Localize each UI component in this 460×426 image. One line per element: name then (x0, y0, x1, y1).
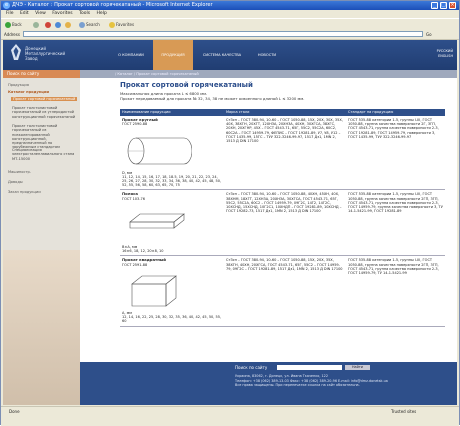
grade-cell: СтЗсп – ГОСТ 380-94, 10-60 – ГОСТ 1050-8… (224, 255, 346, 327)
grade-cell: СтЗсп – ГОСТ 380-94, 10-60 – ГОСТ 1050-8… (224, 189, 346, 257)
size-list: 11, 12, 14, 15, 16, 17, 18, 18.5, 19, 20… (122, 174, 222, 188)
back-button[interactable]: Back (5, 21, 22, 28)
home-icon (65, 22, 71, 28)
page-viewport: Донецкий Металлургический Завод О КОМПАН… (3, 40, 457, 405)
sidebar-extra-2[interactable]: Доводы (8, 180, 76, 184)
nav-company[interactable]: О КОМПАНИИ (111, 40, 151, 70)
address-bar: Address Go (1, 30, 459, 40)
standard-cell: ГОСТ 535-88 категории 1-5, группы I-III,… (346, 255, 445, 327)
flat-bar-drawing (129, 213, 185, 229)
product-cell: Прокат квадратный ГОСТ 2591-88 А, мм 12,… (120, 255, 224, 327)
col-header-product: Наименование продукции (120, 109, 224, 116)
footer-search-button[interactable]: Найти (345, 365, 370, 370)
round-bar-drawing (127, 138, 193, 165)
menu-bar: File Edit View Favorites Tools Help (1, 10, 459, 18)
footer-search-input[interactable] (277, 365, 342, 370)
sidebar-extra-3[interactable]: Заказ продукции (8, 190, 76, 194)
stop-icon (45, 22, 51, 28)
table-row: Прокат квадратный ГОСТ 2591-88 А, мм 12,… (120, 255, 445, 327)
site-footer: Поиск по сайту Найти Украина, 83062, г. … (80, 362, 457, 405)
menu-file[interactable]: File (6, 11, 14, 16)
product-std-ref: ГОСТ 2590-88 (122, 122, 148, 127)
browser-window: e ДЧЭ - Каталог : Прокат сортовой горяче… (0, 0, 460, 426)
close-button[interactable]: × (449, 2, 456, 9)
grade-cell: СтЗсп – ГОСТ 380-94, 10-60 – ГОСТ 1050-8… (224, 116, 346, 191)
sidebar-item-specialization[interactable]: Специализация электросталеплавильного ст… (12, 148, 76, 161)
site-logo-icon[interactable] (11, 44, 21, 60)
sidebar-search-label[interactable]: Поиск по сайту (3, 70, 80, 78)
refresh-button[interactable] (55, 21, 62, 28)
col-header-standard: Стандарт на продукцию (346, 109, 445, 116)
square-bar-drawing (131, 275, 177, 307)
size-list: 12, 14, 16, 22, 25, 28, 30, 32, 35, 36, … (122, 315, 222, 324)
product-table: Наименование продукции Марка стали Станд… (120, 109, 445, 327)
language-switch: РУССКИЙ ENGLISH (423, 49, 453, 59)
address-label: Address (4, 32, 20, 37)
nav-quality[interactable]: СИСТЕМА КАЧЕСТВА (195, 40, 249, 70)
lang-english[interactable]: ENGLISH (423, 54, 453, 59)
title-bar: e ДЧЭ - Каталог : Прокат сортовой горяче… (1, 1, 459, 10)
product-std-ref: ГОСТ 103-76 (122, 196, 145, 201)
product-cell: Прокат круглый ГОСТ 2590-88 D, мм 11, 12… (120, 116, 224, 191)
sidebar-item-hot-rolled[interactable]: Прокат сортовой горячекатаный (11, 97, 77, 102)
go-button[interactable]: Go (426, 31, 432, 38)
col-header-grade: Марка стали (224, 109, 346, 116)
sidebar-decor-image (3, 250, 80, 405)
table-row: Прокат круглый ГОСТ 2590-88 D, мм 11, 12… (120, 116, 445, 191)
sidebar: Поиск по сайту Продукция Каталог продукц… (3, 70, 80, 405)
table-row: Полоса ГОСТ 103-76 В×А, мм 16×6, 18, 12,… (120, 189, 445, 257)
footer-search-label: Поиск по сайту (235, 365, 268, 370)
search-button[interactable]: Search (79, 21, 100, 28)
menu-help[interactable]: Help (97, 11, 107, 16)
back-arrow-icon (5, 22, 11, 28)
window-title: ДЧЭ - Каталог : Прокат сортовой горячека… (12, 2, 213, 8)
footer-address: Украина, 83062, г. Донецк, ул. Ивана Тка… (235, 374, 388, 387)
menu-tools[interactable]: Tools (79, 11, 90, 16)
breadcrumb[interactable]: / Каталог / Прокат сортовой горячекатаны… (115, 70, 199, 78)
menu-view[interactable]: View (35, 11, 46, 16)
page-title: Прокат сортовой горячекатаный (120, 81, 253, 89)
breadcrumb-bar: / Каталог / Прокат сортовой горячекатаны… (80, 70, 457, 78)
sidebar-section-title: Продукция (8, 83, 29, 87)
menu-favorites[interactable]: Favorites (52, 11, 72, 16)
home-button[interactable] (65, 21, 72, 28)
favorites-button[interactable]: Favorites (109, 21, 134, 28)
standard-cell: ГОСТ 535-88 категории 1-5, группы I-III,… (346, 189, 445, 257)
site-header: Донецкий Металлургический Завод О КОМПАН… (3, 40, 457, 70)
search-icon (79, 22, 85, 28)
nav-products[interactable]: ПРОДУКЦИЯ (153, 40, 193, 70)
product-std-ref: ГОСТ 2591-88 (122, 262, 148, 267)
stop-button[interactable] (45, 21, 52, 28)
maximize-button[interactable]: □ (440, 2, 447, 9)
address-input[interactable] (23, 31, 423, 37)
star-icon (109, 22, 115, 28)
intro-text: Максимальная длина проката L ≤ 6800 мм. … (120, 91, 305, 101)
menu-edit[interactable]: Edit (20, 11, 29, 16)
standard-cell: ГОСТ 535-88 категории 1-5, группы I-III,… (346, 116, 445, 191)
product-cell: Полоса ГОСТ 103-76 В×А, мм 16×6, 18, 12,… (120, 189, 224, 257)
table-header: Наименование продукции Марка стали Станд… (120, 109, 445, 116)
sidebar-item-plate-lowalloy[interactable]: Прокат толстолистовой горячекатаный из н… (12, 124, 76, 150)
minimize-button[interactable]: _ (431, 2, 438, 9)
sidebar-item-plate-carbon[interactable]: Прокат толстолистовой горячекатаный из у… (12, 106, 76, 119)
forward-arrow-icon (33, 22, 39, 28)
sidebar-item-catalog[interactable]: Каталог продукции (8, 90, 76, 94)
size-list: 16×6, 18, 12, 20×8, 10 (122, 249, 164, 254)
nav-news[interactable]: НОВОСТИ (251, 40, 283, 70)
refresh-icon (55, 22, 61, 28)
forward-button[interactable] (33, 21, 40, 28)
security-zone: Trusted sites (391, 409, 417, 414)
ie-logo-icon: e (3, 2, 10, 9)
brand-name: Донецкий Металлургический Завод (25, 46, 66, 61)
status-bar: Done Trusted sites (1, 406, 459, 426)
status-text: Done (9, 409, 20, 414)
sidebar-extra-1[interactable]: Машиностр. (8, 170, 76, 174)
